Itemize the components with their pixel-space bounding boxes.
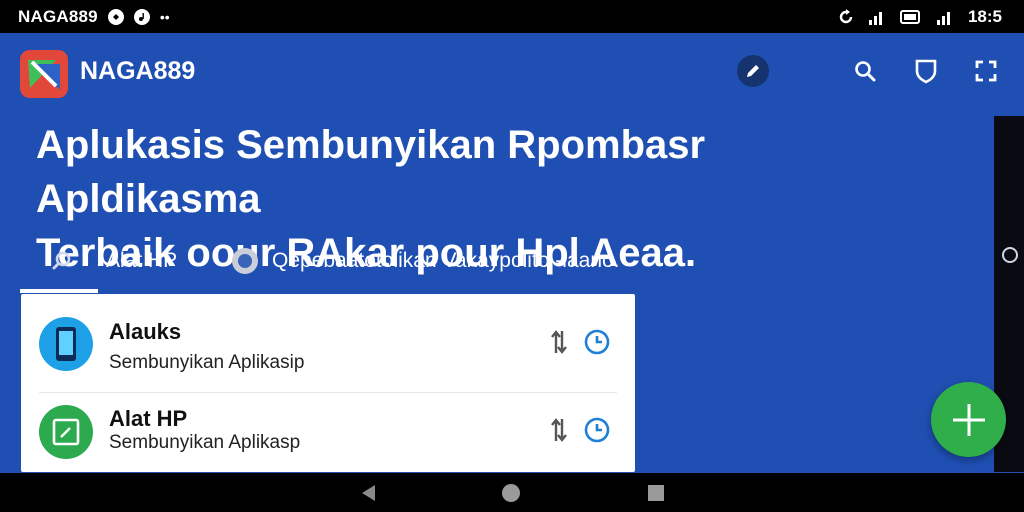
recents-icon [648, 485, 664, 501]
list-item-subtitle: Sembunyikan Aplikasp [109, 432, 301, 453]
home-icon [502, 484, 520, 502]
tab-alat-hp[interactable]: Alat HP [50, 233, 177, 289]
notification-icon [107, 8, 124, 25]
clock-icon [584, 417, 610, 443]
list-item-subtitle: Sembunyikan Aplikasip [109, 352, 305, 373]
app-name: NAGA889 [80, 57, 196, 85]
back-icon [362, 485, 375, 501]
edit-icon [737, 55, 769, 87]
list-item[interactable]: Alauks Sembunyikan Aplikasip [21, 294, 635, 384]
system-nav-bar [0, 473, 1024, 512]
fullscreen-icon [975, 60, 997, 82]
schedule-button[interactable] [583, 328, 611, 356]
search-button[interactable] [849, 55, 881, 87]
radio-icon [232, 248, 258, 274]
list-item-title: Alauks [109, 319, 182, 344]
sort-icon [551, 418, 567, 442]
app-list: Alauks Sembunyikan Aplikasip Alat HP Sem… [21, 294, 635, 472]
fullscreen-button[interactable] [970, 55, 1002, 87]
headline-line-1: Aplukasis Sembunyikan Rpombasr Apldikasm… [36, 123, 706, 221]
add-button[interactable] [931, 382, 1006, 457]
more-notifications-icon: •• [159, 8, 170, 25]
back-button[interactable] [358, 482, 380, 504]
tab-bar: Alat HP Qepebaatotolikan Vakaypolito -la… [20, 233, 720, 293]
edit-button[interactable] [737, 55, 769, 87]
sort-button[interactable] [545, 328, 573, 356]
recents-button[interactable] [645, 482, 667, 504]
clock: 18:5 [967, 6, 1002, 26]
list-item[interactable]: Alat HP Sembunyikan Aplikasp [21, 392, 635, 482]
home-button[interactable] [500, 482, 522, 504]
status-bar: NAGA889 •• 18:5 [0, 0, 1024, 33]
sort-icon [551, 330, 567, 354]
signal-icon [936, 11, 950, 25]
status-brand: NAGA889 [18, 6, 98, 26]
app-logo [20, 50, 68, 98]
tablet-icon [39, 405, 93, 459]
signal-icon [868, 11, 882, 25]
tab-qepebaatotolikan[interactable]: Qepebaatotolikan Vakaypolito -laano. [232, 233, 620, 289]
list-item-title: Alat HP [109, 406, 188, 431]
tab-indicator [20, 289, 98, 293]
side-handle[interactable] [1002, 247, 1018, 263]
plus-icon [952, 403, 985, 436]
tab-label: Qepebaatotolikan Vakaypolito -laano. [272, 249, 620, 272]
tab-label: Alat HP [106, 249, 178, 272]
shield-button[interactable] [910, 55, 942, 87]
sort-button[interactable] [545, 416, 573, 444]
search-icon [52, 251, 71, 270]
search-icon [855, 61, 876, 82]
shield-icon [915, 59, 937, 84]
battery-icon [899, 9, 920, 24]
schedule-button[interactable] [583, 416, 611, 444]
phone-icon [39, 317, 93, 371]
sync-icon [839, 8, 853, 23]
clock-icon [584, 329, 610, 355]
music-icon [133, 8, 150, 25]
